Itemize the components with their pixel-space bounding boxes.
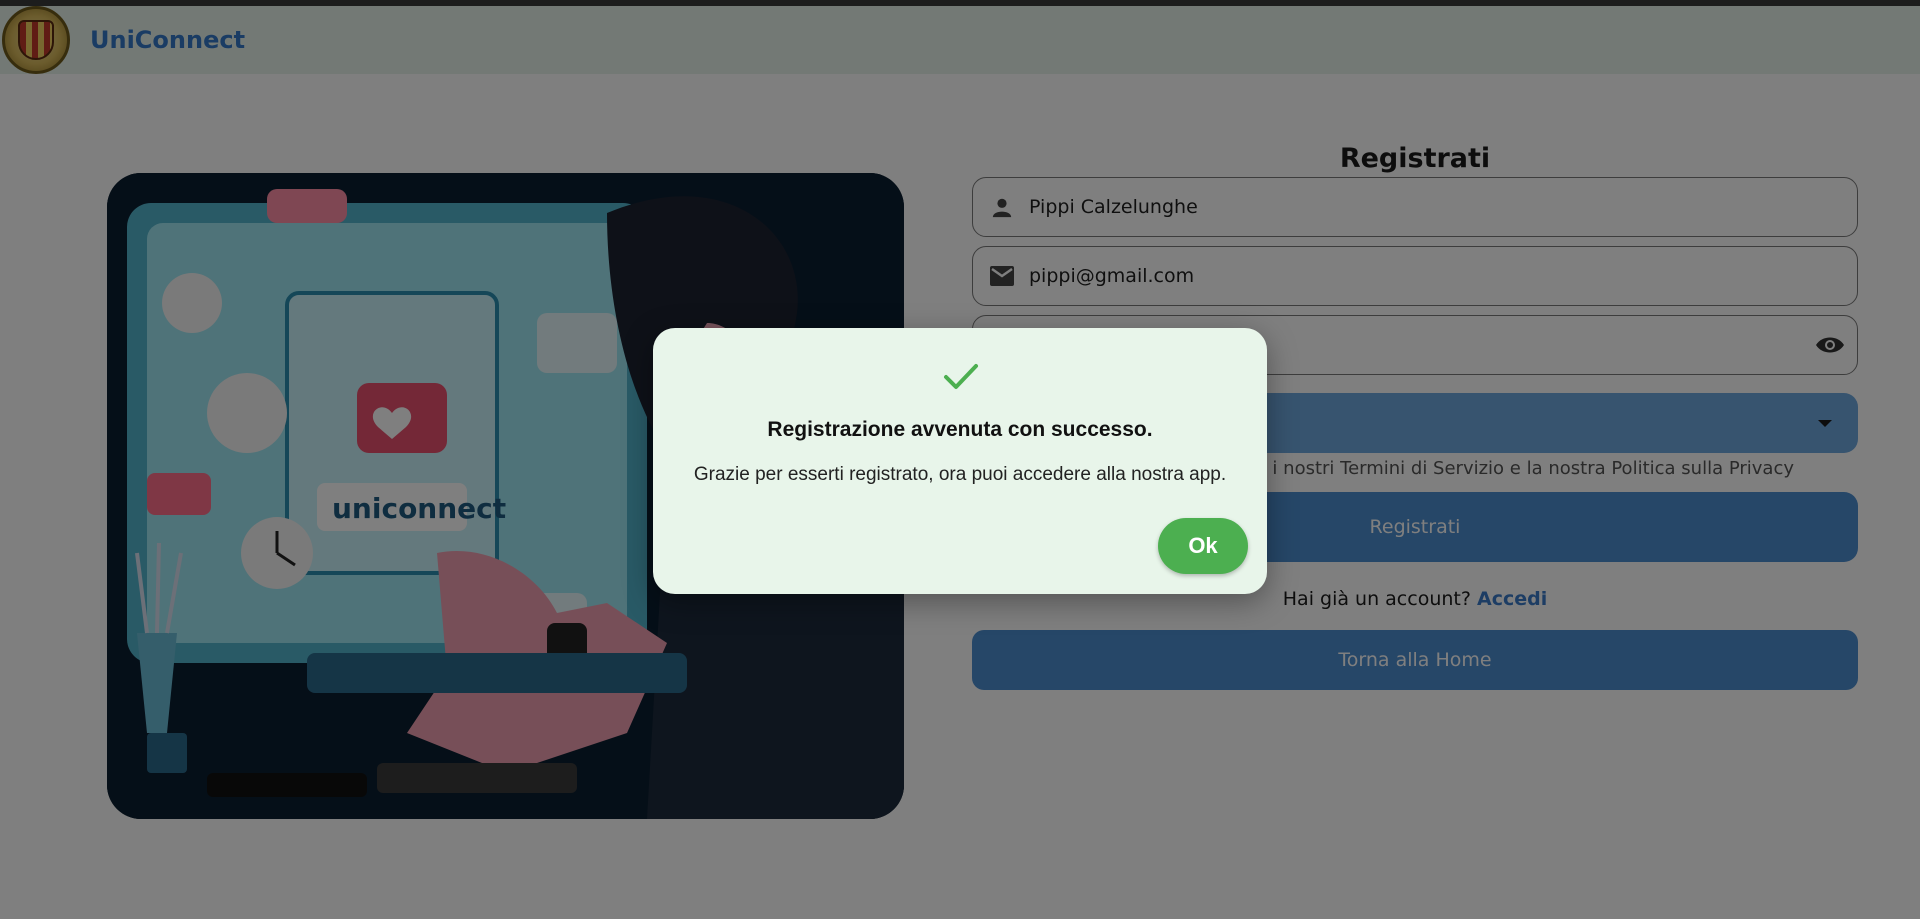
- dialog-title: Registrazione avvenuta con successo.: [767, 418, 1153, 441]
- dialog-message: Grazie per esserti registrato, ora puoi …: [693, 464, 1227, 485]
- check-icon: [944, 364, 978, 389]
- success-dialog: Registrazione avvenuta con successo. Gra…: [653, 328, 1267, 594]
- ok-button[interactable]: Ok: [1158, 518, 1248, 574]
